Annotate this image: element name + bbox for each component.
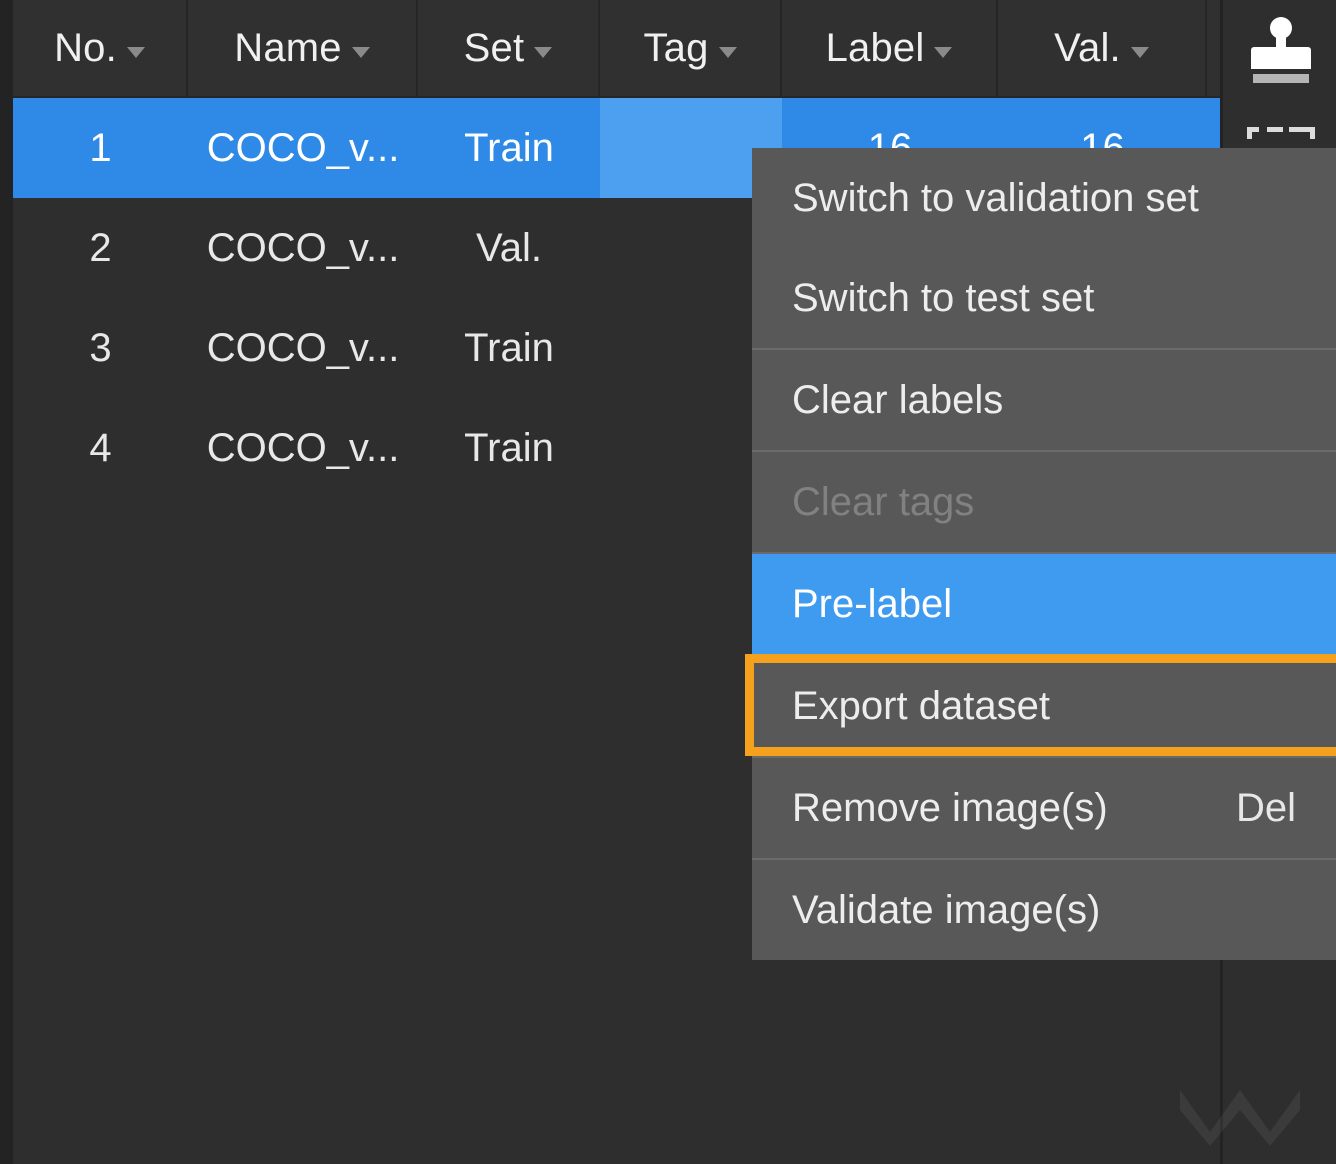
menu-item-validate-image-s[interactable]: Validate image(s) bbox=[752, 860, 1336, 960]
column-header-label: Val. bbox=[1054, 25, 1121, 70]
table-cell-name[interactable]: COCO_v... bbox=[188, 198, 418, 298]
table-cell-set[interactable]: Val. bbox=[418, 198, 600, 298]
menu-item-label: Remove image(s) bbox=[792, 785, 1108, 830]
table-cell-set[interactable]: Train bbox=[418, 298, 600, 398]
left-gutter bbox=[0, 0, 13, 1164]
column-header-no[interactable]: No. bbox=[13, 0, 188, 96]
column-header-label[interactable]: Label bbox=[782, 0, 998, 96]
table-cell-no[interactable]: 2 bbox=[13, 198, 188, 298]
column-header-label: Name bbox=[234, 25, 342, 70]
column-header-label: Label bbox=[825, 25, 925, 70]
column-header-name[interactable]: Name bbox=[188, 0, 418, 96]
menu-item-label: Switch to validation set bbox=[792, 175, 1199, 220]
column-header-label: Set bbox=[463, 25, 525, 70]
menu-item-switch-to-test-set[interactable]: Switch to test set bbox=[752, 248, 1336, 348]
table-cell-no[interactable]: 3 bbox=[13, 298, 188, 398]
column-header-tag[interactable]: Tag bbox=[600, 0, 782, 96]
menu-item-pre-label[interactable]: Pre-label bbox=[752, 554, 1336, 654]
table-cell-name[interactable]: COCO_v... bbox=[188, 298, 418, 398]
table-cell-no[interactable]: 1 bbox=[13, 98, 188, 198]
column-header-label: No. bbox=[54, 25, 117, 70]
chevron-down-icon[interactable] bbox=[534, 46, 553, 58]
menu-item-clear-tags: Clear tags bbox=[752, 452, 1336, 552]
column-header-val[interactable]: Val. bbox=[998, 0, 1207, 96]
context-menu[interactable]: Switch to validation set Switch to test s… bbox=[752, 148, 1336, 960]
stamp-icon bbox=[1244, 17, 1318, 83]
image-list-panel: No.NameSetTagLabelVal. 1COCO_v...Train16… bbox=[0, 0, 1336, 1164]
menu-item-shortcut: Del bbox=[1235, 785, 1296, 830]
menu-item-label: Export dataset bbox=[792, 683, 1050, 728]
table-cell-set[interactable]: Train bbox=[418, 398, 600, 498]
menu-item-label: Validate image(s) bbox=[792, 887, 1101, 932]
table-cell-name[interactable]: COCO_v... bbox=[188, 98, 418, 198]
column-header-set[interactable]: Set bbox=[418, 0, 600, 96]
menu-item-clear-labels[interactable]: Clear labels bbox=[752, 350, 1336, 450]
menu-item-label: Clear tags bbox=[792, 479, 975, 524]
menu-item-remove-image-s[interactable]: Remove image(s) Del bbox=[752, 758, 1336, 858]
chevron-down-icon[interactable] bbox=[1130, 46, 1149, 58]
menu-item-switch-to-validation-set[interactable]: Switch to validation set bbox=[752, 148, 1336, 248]
menu-item-label: Pre-label bbox=[792, 581, 953, 626]
table-header-row: No. Name Set Tag Label Val. bbox=[13, 0, 1220, 98]
chevron-down-icon[interactable] bbox=[351, 46, 370, 58]
mech-mind-watermark bbox=[1180, 1090, 1300, 1146]
menu-item-export-dataset[interactable]: Export dataset bbox=[752, 656, 1336, 756]
chevron-down-icon[interactable] bbox=[934, 46, 953, 58]
chevron-down-icon[interactable] bbox=[126, 46, 145, 58]
menu-item-label: Switch to test set bbox=[792, 275, 1095, 320]
column-header-label: Tag bbox=[643, 25, 709, 70]
table-cell-name[interactable]: COCO_v... bbox=[188, 398, 418, 498]
stamp-tool-button[interactable] bbox=[1223, 0, 1336, 100]
menu-item-label: Clear labels bbox=[792, 377, 1004, 422]
table-cell-set[interactable]: Train bbox=[418, 98, 600, 198]
chevron-down-icon[interactable] bbox=[718, 46, 737, 58]
table-cell-no[interactable]: 4 bbox=[13, 398, 188, 498]
